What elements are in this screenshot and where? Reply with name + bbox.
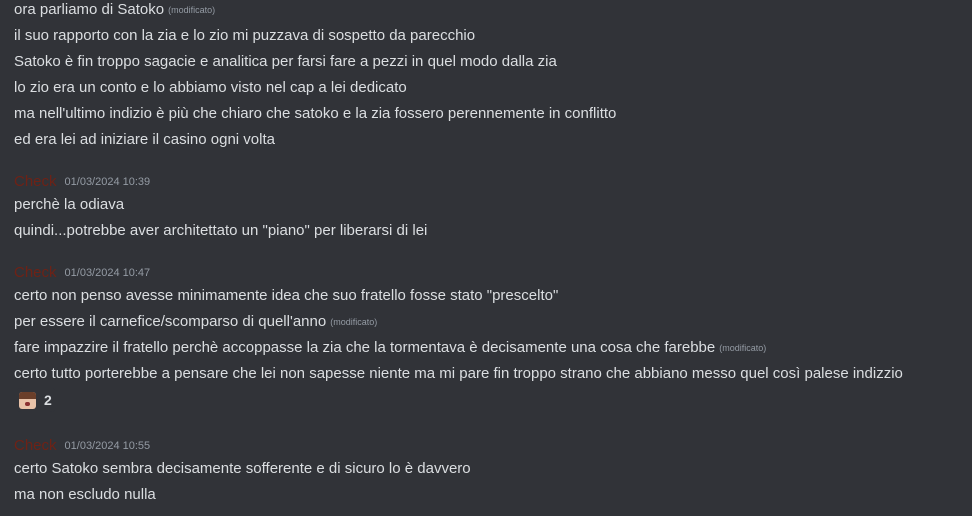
message-header: Check 01/03/2024 10:55	[14, 436, 972, 456]
username[interactable]: Check	[14, 437, 57, 454]
message-line[interactable]: perchè la odiava	[14, 192, 972, 218]
timestamp[interactable]: 01/03/2024 10:47	[65, 267, 151, 279]
message-text: ora parliamo di Satoko	[14, 1, 165, 18]
message-text: ed era lei ad iniziare il casino ogni vo…	[14, 131, 275, 148]
message-text: il suo rapporto con la zia e lo zio mi p…	[14, 27, 476, 44]
message-text: perchè la odiava	[14, 196, 125, 213]
message-line[interactable]: quindi...potrebbe aver architettato un "…	[14, 218, 972, 244]
message-header: Check 01/03/2024 10:39	[14, 172, 972, 192]
message-line[interactable]: Satoko è fin troppo sagacie e analitica …	[14, 49, 972, 75]
message-group: Check 01/03/2024 10:55 certo Satoko sembr…	[14, 436, 972, 508]
username[interactable]: Check	[14, 264, 57, 281]
message-line[interactable]: ora parliamo di Satoko (modificato)	[14, 0, 972, 23]
username[interactable]: Check	[14, 173, 57, 190]
message-line[interactable]: ma non escludo nulla	[14, 482, 972, 508]
message-text: ma nell'ultimo indizio è più che chiaro …	[14, 105, 617, 122]
message-line[interactable]: fare impazzire il fratello perchè accopp…	[14, 335, 972, 361]
timestamp[interactable]: 01/03/2024 10:55	[65, 440, 151, 452]
message-line[interactable]: certo non penso avesse minimamente idea …	[14, 283, 972, 309]
message-line[interactable]: certo tutto porterebbe a pensare che lei…	[14, 361, 972, 387]
message-header: Check 01/03/2024 10:47	[14, 263, 972, 283]
message-group-top: ora parliamo di Satoko (modificato) il su…	[14, 0, 972, 153]
girl-face-emoji-icon	[19, 391, 36, 409]
message-line[interactable]: ma nell'ultimo indizio è più che chiaro …	[14, 101, 972, 127]
message-line[interactable]: il suo rapporto con la zia e lo zio mi p…	[14, 23, 972, 49]
message-text: lo zio era un conto e lo abbiamo visto n…	[14, 79, 407, 96]
message-text: certo tutto porterebbe a pensare che lei…	[14, 365, 903, 382]
message-line[interactable]: certo Satoko sembra decisamente sofferen…	[14, 456, 972, 482]
edited-label: (modificato)	[330, 317, 378, 327]
edited-label: (modificato)	[719, 343, 767, 353]
message-group: Check 01/03/2024 10:47 certo non penso av…	[14, 263, 972, 414]
message-line[interactable]: lo zio era un conto e lo abbiamo visto n…	[14, 75, 972, 101]
chat-messages: ora parliamo di Satoko (modificato) il su…	[0, 0, 972, 516]
message-text: per essere il carnefice/scomparso di que…	[14, 313, 327, 330]
message-text: certo non penso avesse minimamente idea …	[14, 287, 559, 304]
message-text: ma non escludo nulla	[14, 486, 156, 503]
message-text: quindi...potrebbe aver architettato un "…	[14, 222, 428, 239]
timestamp[interactable]: 01/03/2024 10:39	[65, 176, 151, 188]
reaction-button[interactable]: 2	[14, 388, 58, 412]
message-text: certo Satoko sembra decisamente sofferen…	[14, 460, 471, 477]
message-text: Satoko è fin troppo sagacie e analitica …	[14, 53, 557, 70]
edited-label: (modificato)	[168, 5, 216, 15]
reaction-count: 2	[44, 392, 52, 408]
message-group: Check 01/03/2024 10:39 perchè la odiava q…	[14, 172, 972, 244]
message-line[interactable]: ed era lei ad iniziare il casino ogni vo…	[14, 127, 972, 153]
message-text: fare impazzire il fratello perchè accopp…	[14, 339, 716, 356]
message-line[interactable]: per essere il carnefice/scomparso di que…	[14, 309, 972, 335]
